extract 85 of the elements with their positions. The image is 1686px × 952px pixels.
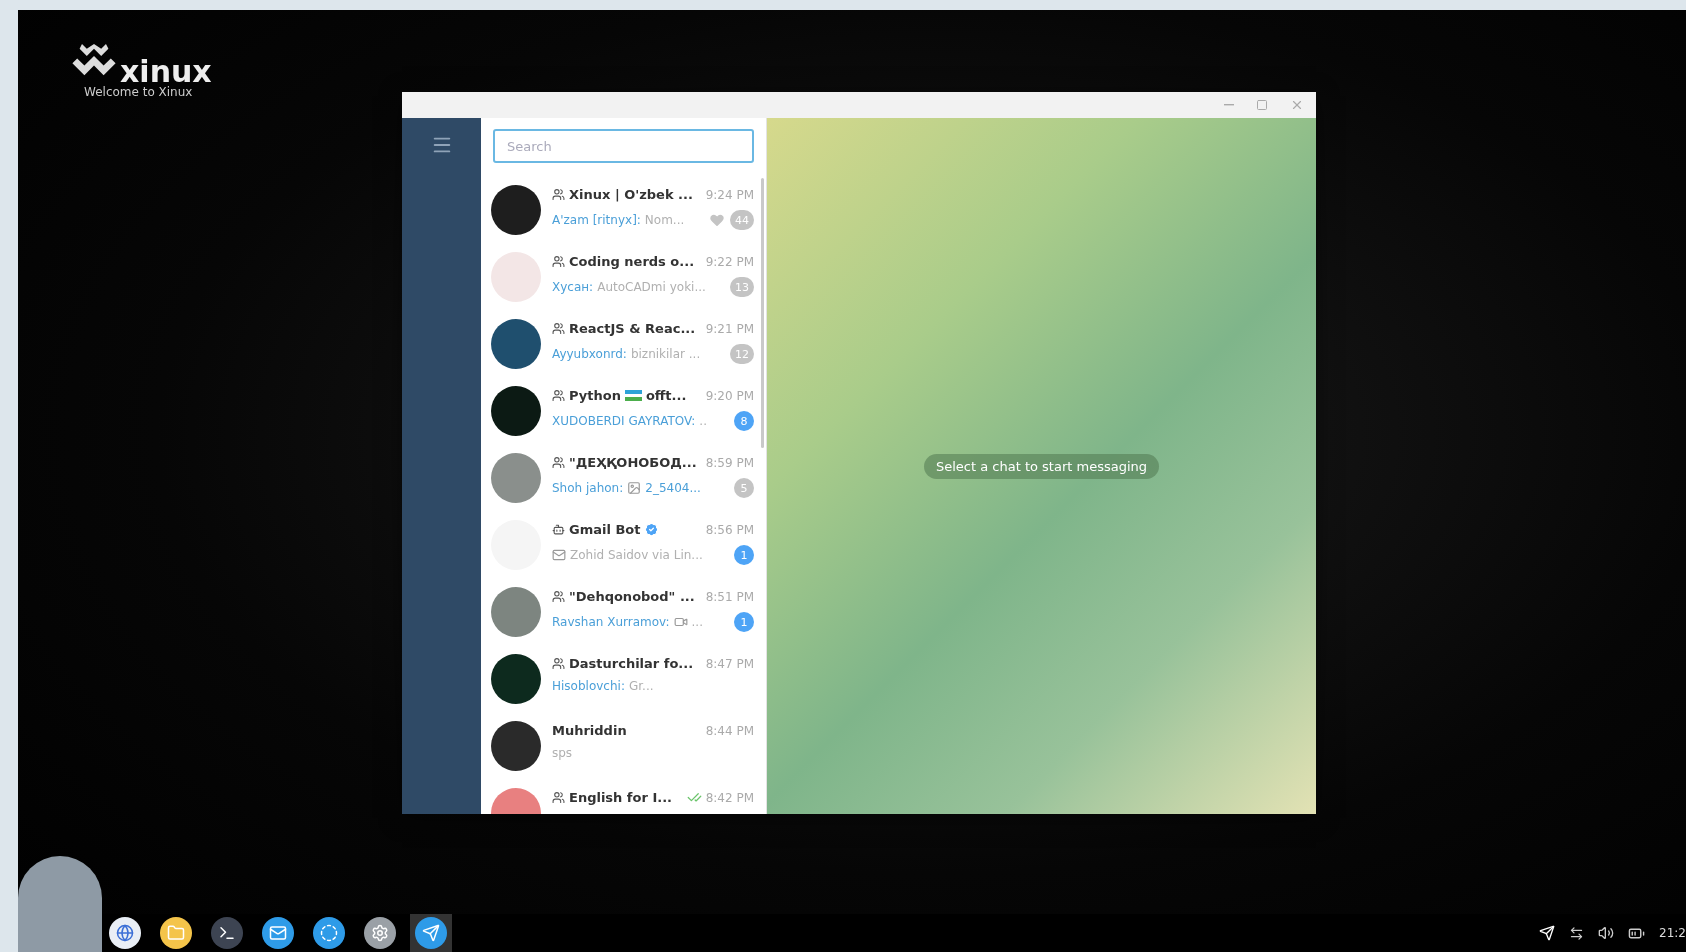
search-field[interactable]: Search [493, 129, 754, 163]
maximize-icon [1256, 99, 1268, 111]
group-icon [552, 456, 565, 469]
message-sender: A'zam [ritnyx]: [552, 213, 641, 227]
chat-time: 8:51 PM [705, 589, 754, 604]
message-preview: .. [699, 414, 707, 428]
empty-chat-message: Select a chat to start messaging [923, 453, 1159, 479]
paper-plane-icon[interactable] [1539, 925, 1556, 941]
group-icon [552, 188, 565, 201]
scrollbar[interactable] [761, 178, 764, 448]
volume-icon[interactable] [1598, 925, 1615, 941]
unread-count: 8 [734, 411, 754, 431]
bot-icon [552, 523, 565, 536]
chat-time: 8:47 PM [705, 656, 754, 671]
chat-title: Xinux | O'zbek ... [569, 187, 693, 202]
unread-count: 1 [734, 612, 754, 632]
chat-item[interactable]: "ДЕҲҚОНОБОД... 8:59 PM Shoh jahon: 2_5404... 5 [481, 443, 766, 510]
chat-title: Muhriddin [552, 723, 627, 738]
message-sender: Ayyubxonrd: [552, 347, 627, 361]
clock: 21:2 [1659, 926, 1686, 940]
unread-count: 13 [730, 277, 754, 297]
message-preview: ... [691, 615, 703, 629]
message-sender: Shoh jahon: [552, 481, 624, 495]
group-icon [552, 255, 565, 268]
chat-item[interactable]: "Dehqonobod" ... 8:51 PM Ravshan Xurramov: ... 1 [481, 577, 766, 644]
chat-title: "Dehqonobod" ... [569, 589, 695, 604]
unread-count: 5 [734, 478, 754, 498]
group-icon [552, 389, 565, 402]
settings-icon [371, 924, 389, 942]
message-preview: 2_5404... [645, 481, 701, 495]
group-icon [552, 590, 565, 603]
chat-item[interactable]: Muhriddin 8:44 PM sps [481, 711, 766, 778]
chat-item[interactable]: Python offt... 9:20 PM XUDOBERDI GAYRATOV: .. 8 [481, 376, 766, 443]
message-sender: Хусан: [552, 280, 594, 294]
unread-count: 12 [730, 344, 754, 364]
message-sender: Ravshan Xurramov: [552, 615, 670, 629]
message-preview: AutoCADmi yoki... [597, 280, 706, 294]
flag-icon [624, 390, 642, 401]
photo-icon [627, 481, 642, 495]
message-sender: Hisoblovchi: [552, 679, 625, 693]
message-preview: Gr... [628, 679, 654, 693]
chat-time: 9:22 PM [705, 254, 754, 269]
paper-plane-icon [422, 924, 440, 942]
chat-time: 8:42 PM [705, 790, 754, 805]
chat-title: "ДЕҲҚОНОБОД... [569, 455, 697, 470]
chat-title: offt... [645, 388, 687, 403]
chat-time: 8:44 PM [705, 723, 754, 738]
chat-title: Coding nerds o... [569, 254, 695, 269]
chat-item[interactable]: Dasturchilar fo... 8:47 PM Hisoblovchi: Gr... [481, 644, 766, 711]
message-preview: sps [552, 746, 573, 760]
chat-item[interactable]: Xinux | O'zbek ... 9:24 PM A'zam [ritnyx]: Nom... 44 [481, 175, 766, 242]
chat-time: 9:20 PM [705, 388, 754, 403]
unread-count: 1 [734, 545, 754, 565]
unread-count: 44 [730, 210, 754, 230]
chat-title: Python [569, 388, 621, 403]
chat-time: 9:21 PM [705, 321, 754, 336]
chat-item[interactable]: Coding nerds o... 9:22 PM Хусан: AutoCADmi yoki... 13 [481, 242, 766, 309]
network-icon[interactable] [1569, 925, 1585, 941]
chat-time: 8:56 PM [705, 522, 754, 537]
chat-item[interactable]: ReactJS & Reac... 9:21 PM Ayyubxonrd: biznikilar ... 12 [481, 309, 766, 376]
chat-title: Dasturchilar fo... [569, 656, 694, 671]
chat-title: English for I... [569, 790, 673, 805]
message-preview: biznikilar ... [630, 347, 701, 361]
chat-title: Gmail Bot [569, 522, 641, 537]
browser-icon [116, 924, 134, 942]
chat-time: 9:24 PM [705, 187, 754, 202]
chat-time: 8:59 PM [705, 455, 754, 470]
close-icon [1290, 98, 1304, 112]
message-preview: Zohid Saidov via Lin... [570, 548, 703, 562]
chat-item[interactable]: Gmail Bot 8:56 PM Zohid Saidov via Lin... 1 [481, 510, 766, 577]
mail-icon [552, 548, 566, 562]
folder-icon [167, 924, 185, 942]
chat-title: ReactJS & Reac... [569, 321, 696, 336]
terminal-icon [218, 924, 236, 942]
message-sender: XUDOBERDI GAYRATOV: [552, 414, 696, 428]
group-icon [552, 791, 565, 804]
logo-subtitle: Welcome to Xinux [84, 85, 193, 100]
mail-icon [269, 924, 287, 942]
group-icon [552, 322, 565, 335]
message-preview: Nom... [644, 213, 685, 227]
group-icon [552, 657, 565, 670]
cleaner-icon [320, 924, 338, 942]
minimize-icon [1224, 104, 1234, 106]
chat-item[interactable]: English for I... 8:42 PM [481, 778, 766, 814]
video-icon [673, 615, 688, 629]
